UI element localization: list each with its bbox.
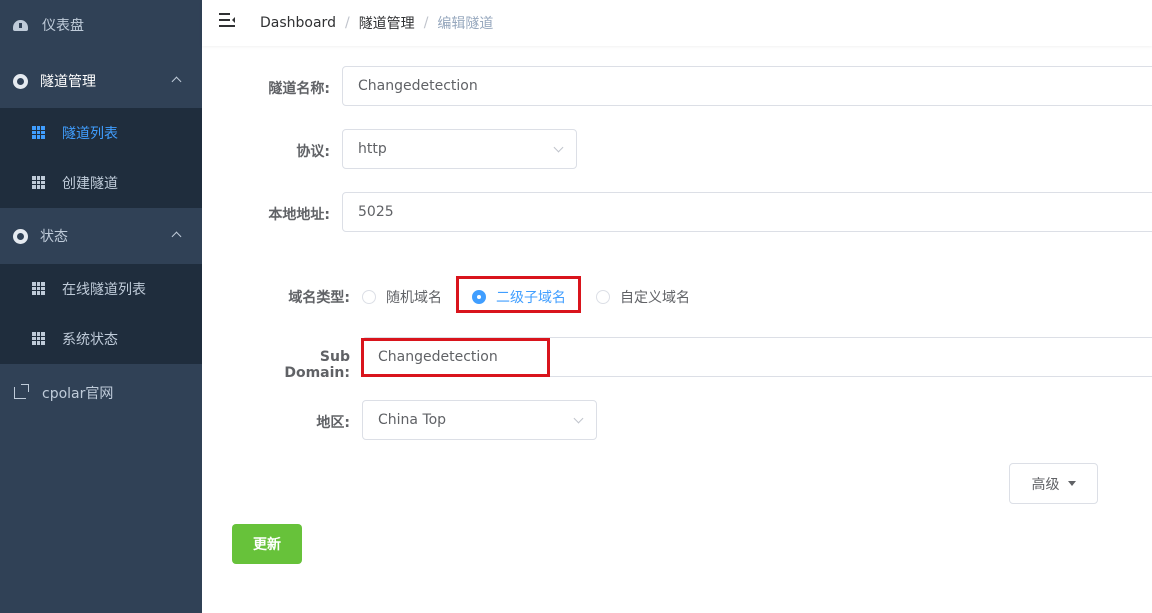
tunnel-icon (12, 73, 28, 89)
submenu-tunnels: 隧道列表 创建隧道 (0, 108, 202, 208)
local-address-input[interactable]: 5025 (342, 192, 1152, 232)
radio-label: 随机域名 (386, 290, 442, 306)
protocol-select[interactable]: http (342, 129, 577, 169)
update-button-label: 更新 (253, 537, 281, 553)
chevron-up-icon (171, 76, 182, 86)
local-address-value: 5025 (358, 204, 394, 220)
breadcrumb-edit-tunnel: 编辑隧道 (437, 16, 494, 32)
sidebar-item-label: cpolar官网 (42, 386, 114, 402)
hamburger-icon[interactable] (219, 13, 235, 27)
breadcrumb-dashboard[interactable]: Dashboard (260, 15, 336, 31)
status-icon (12, 228, 28, 244)
sidebar-item-tunnel-management[interactable]: 隧道管理 (0, 54, 202, 108)
tunnel-name-value: Changedetection (358, 78, 478, 94)
radio-random-domain[interactable]: 随机域名 (362, 287, 442, 307)
sidebar: 仪表盘 隧道管理 隧道列表 创建隧道 状态 在线隧道列表 系统状态 cpolar… (0, 0, 202, 613)
sidebar-item-status[interactable]: 状态 (0, 208, 202, 264)
chevron-down-icon (553, 142, 564, 153)
tunnel-name-label: 隧道名称: (268, 81, 330, 97)
sidebar-item-label: 隧道管理 (40, 74, 96, 90)
external-link-icon (12, 384, 29, 401)
chevron-down-icon (573, 413, 584, 424)
top-navbar: Dashboard / 隧道管理 / 编辑隧道 (202, 0, 1152, 46)
caret-down-icon (1067, 481, 1076, 486)
local-address-label: 本地地址: (268, 207, 330, 223)
domain-type-label: 域名类型: (288, 290, 350, 306)
region-value: China Top (378, 412, 447, 428)
chevron-up-icon (171, 231, 182, 241)
breadcrumb: Dashboard / 隧道管理 / 编辑隧道 (260, 13, 493, 33)
sidebar-item-dashboard[interactable]: 仪表盘 (0, 0, 202, 50)
region-select[interactable]: China Top (362, 400, 597, 440)
sidebar-item-label: 创建隧道 (62, 176, 118, 192)
sidebar-item-label: 隧道列表 (62, 126, 118, 142)
radio-circle-icon (596, 290, 610, 304)
protocol-label: 协议: (296, 144, 330, 160)
sidebar-item-label: 在线隧道列表 (62, 282, 146, 298)
dashboard-icon (12, 17, 28, 33)
highlight-box (456, 276, 581, 313)
table-icon (32, 126, 46, 140)
sidebar-item-label: 仪表盘 (42, 18, 84, 34)
advanced-button-label: 高级 (1031, 476, 1060, 493)
protocol-value: http (358, 141, 387, 157)
sidebar-item-create-tunnel[interactable]: 创建隧道 (0, 158, 202, 208)
breadcrumb-separator: / (423, 15, 429, 31)
table-icon (32, 176, 46, 190)
highlight-box (361, 338, 550, 377)
radio-label: 自定义域名 (620, 290, 690, 306)
sidebar-item-cpolar-website[interactable]: cpolar官网 (0, 366, 202, 420)
submenu-status: 在线隧道列表 系统状态 (0, 264, 202, 364)
sidebar-item-label: 状态 (40, 229, 68, 245)
sidebar-item-tunnel-list[interactable]: 隧道列表 (0, 108, 202, 158)
region-label: 地区: (316, 415, 350, 431)
radio-custom-domain[interactable]: 自定义域名 (596, 287, 690, 307)
update-button[interactable]: 更新 (232, 524, 302, 564)
sidebar-item-online-tunnels[interactable]: 在线隧道列表 (0, 264, 202, 314)
table-icon (32, 332, 46, 346)
breadcrumb-separator: / (344, 15, 350, 31)
radio-circle-icon (362, 290, 376, 304)
sidebar-item-label: 系统状态 (62, 332, 118, 348)
sidebar-item-system-status[interactable]: 系统状态 (0, 314, 202, 364)
breadcrumb-tunnel-management[interactable]: 隧道管理 (359, 13, 415, 33)
sub-domain-label: Sub Domain: (284, 349, 350, 381)
tunnel-name-input[interactable]: Changedetection (342, 66, 1152, 106)
advanced-button[interactable]: 高级 (1009, 463, 1098, 504)
table-icon (32, 282, 46, 296)
